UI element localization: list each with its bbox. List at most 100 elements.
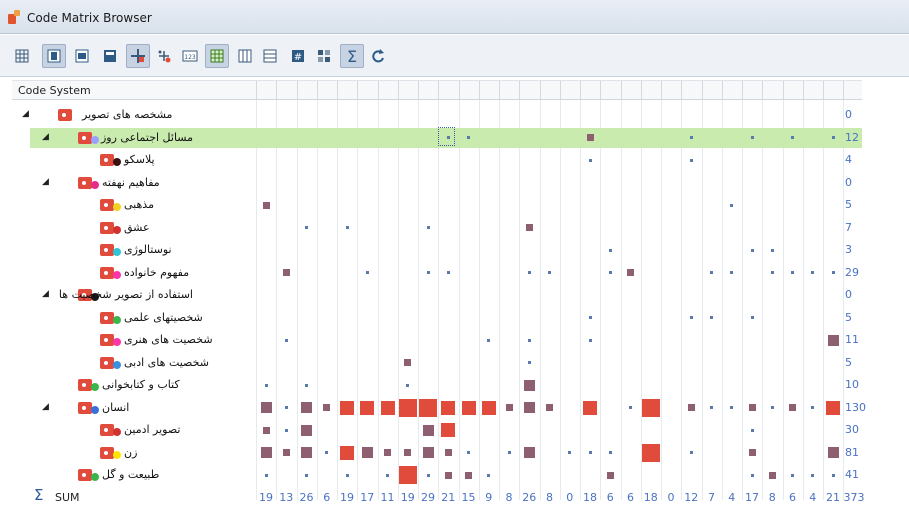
column-divider[interactable]	[296, 81, 298, 100]
matrix-cell[interactable]	[284, 406, 288, 410]
code-row[interactable]: کتاب و کتابخوانی 10	[0, 374, 909, 397]
matrix-cell[interactable]	[422, 447, 434, 459]
expand-arrow-icon[interactable]: ◢	[42, 289, 49, 299]
matrix-cell[interactable]	[507, 451, 511, 455]
hash-button[interactable]: #	[286, 44, 310, 68]
column-divider[interactable]	[600, 81, 602, 100]
column-divider[interactable]	[458, 81, 460, 100]
column-divider[interactable]	[823, 81, 824, 100]
column-divider[interactable]	[580, 81, 581, 100]
matrix-cell[interactable]	[441, 423, 456, 438]
matrix-cell[interactable]	[262, 426, 270, 434]
matrix-cell[interactable]	[770, 406, 774, 410]
matrix-cell[interactable]	[284, 338, 288, 342]
matrix-cell[interactable]	[583, 400, 597, 415]
column-divider[interactable]	[519, 81, 521, 100]
matrix-cell[interactable]	[770, 248, 774, 252]
matrix-cell[interactable]	[527, 338, 531, 342]
matrix-cell[interactable]	[365, 271, 369, 275]
matrix-cell[interactable]	[284, 428, 288, 432]
matrix-cell[interactable]	[487, 473, 491, 477]
matrix-cell[interactable]	[345, 226, 349, 230]
expand-arrow-icon[interactable]: ◢	[42, 132, 49, 142]
column-divider[interactable]	[721, 81, 723, 100]
matrix-cell[interactable]	[606, 471, 614, 479]
code-row[interactable]: شخصیت های هنری 11	[0, 329, 909, 352]
matrix-cell[interactable]	[689, 316, 693, 320]
column-divider[interactable]	[337, 81, 338, 100]
matrix-cell[interactable]	[608, 451, 612, 455]
matrix-cell[interactable]	[404, 449, 412, 457]
column-divider[interactable]	[620, 81, 622, 100]
matrix-cell[interactable]	[750, 428, 754, 432]
matrix-cell[interactable]	[426, 271, 430, 275]
column-divider[interactable]	[499, 81, 500, 100]
matrix-cell[interactable]	[750, 136, 754, 140]
matrix-cell[interactable]	[831, 473, 835, 477]
matrix-cell[interactable]	[467, 451, 470, 455]
code-nodes-button[interactable]	[152, 44, 176, 68]
matrix-cell[interactable]	[748, 404, 756, 412]
column-divider[interactable]	[843, 81, 845, 100]
column-divider[interactable]	[418, 81, 419, 100]
code-row[interactable]: زن 81	[0, 442, 909, 465]
matrix-cell[interactable]	[750, 473, 754, 477]
column-divider[interactable]	[701, 81, 703, 100]
column-divider[interactable]	[276, 81, 278, 100]
matrix-cell[interactable]	[826, 400, 840, 415]
matrix-cell[interactable]	[689, 158, 693, 162]
matrix-cell[interactable]	[811, 271, 815, 275]
matrix-cell[interactable]	[748, 449, 756, 457]
column-divider[interactable]	[742, 81, 743, 100]
matrix-cell[interactable]	[282, 449, 290, 457]
grid-dots-button[interactable]	[312, 44, 336, 68]
document-view-button[interactable]	[70, 44, 94, 68]
column-divider[interactable]	[316, 81, 318, 100]
column-divider[interactable]	[559, 81, 561, 100]
matrix-cell[interactable]	[505, 404, 513, 412]
matrix-cell[interactable]	[398, 466, 417, 485]
code-row[interactable]: پلاسکو 4	[0, 149, 909, 172]
matrix-cell[interactable]	[811, 473, 815, 477]
matrix-cell[interactable]	[398, 398, 417, 417]
code-row[interactable]: ◢ مفاهیم نهفته 0	[0, 172, 909, 195]
matrix-cell[interactable]	[586, 134, 594, 142]
column-divider[interactable]	[681, 81, 683, 100]
matrix-cell[interactable]	[262, 201, 270, 209]
matrix-cell[interactable]	[404, 359, 412, 367]
expand-arrow-icon[interactable]: ◢	[22, 109, 29, 119]
matrix-cell[interactable]	[629, 406, 632, 410]
matrix-cell[interactable]	[523, 447, 535, 459]
matrix-cell[interactable]	[588, 158, 592, 162]
column-divider[interactable]	[802, 81, 804, 100]
refresh-button[interactable]	[366, 44, 390, 68]
column-divider[interactable]	[357, 81, 359, 100]
matrix-cell[interactable]	[568, 451, 572, 455]
matrix-cell[interactable]	[710, 316, 713, 320]
matrix-cell[interactable]	[527, 271, 531, 275]
matrix-cell[interactable]	[641, 398, 660, 417]
code-row[interactable]: ◢ استفاده از تصویر شخصیت ها 0	[0, 284, 909, 307]
matrix-cell[interactable]	[641, 443, 660, 462]
column-divider[interactable]	[762, 81, 764, 100]
matrix-cell[interactable]	[588, 451, 592, 455]
matrix-cell[interactable]	[687, 404, 695, 412]
column-divider[interactable]	[397, 81, 399, 100]
single-column-button[interactable]	[98, 44, 122, 68]
matrix-cell[interactable]	[301, 402, 312, 414]
numbers-button[interactable]: 123	[178, 44, 202, 68]
code-row[interactable]: شخصیت های ادبی 5	[0, 352, 909, 375]
matrix-cell[interactable]	[419, 398, 437, 417]
code-row[interactable]: ◢ انسان 130	[0, 397, 909, 420]
matrix-cell[interactable]	[301, 447, 312, 459]
matrix-cell[interactable]	[791, 136, 794, 140]
code-row[interactable]: ◢ مشخصه های تصویر 0	[0, 104, 909, 127]
matrix-cell[interactable]	[730, 271, 734, 275]
matrix-cell[interactable]	[710, 406, 713, 410]
matrix-cell[interactable]	[811, 406, 815, 410]
matrix-cell[interactable]	[264, 473, 268, 477]
columns-button[interactable]	[233, 44, 257, 68]
matrix-cell[interactable]	[689, 451, 693, 455]
expand-arrow-icon[interactable]: ◢	[42, 177, 49, 187]
matrix-cell[interactable]	[323, 404, 331, 412]
